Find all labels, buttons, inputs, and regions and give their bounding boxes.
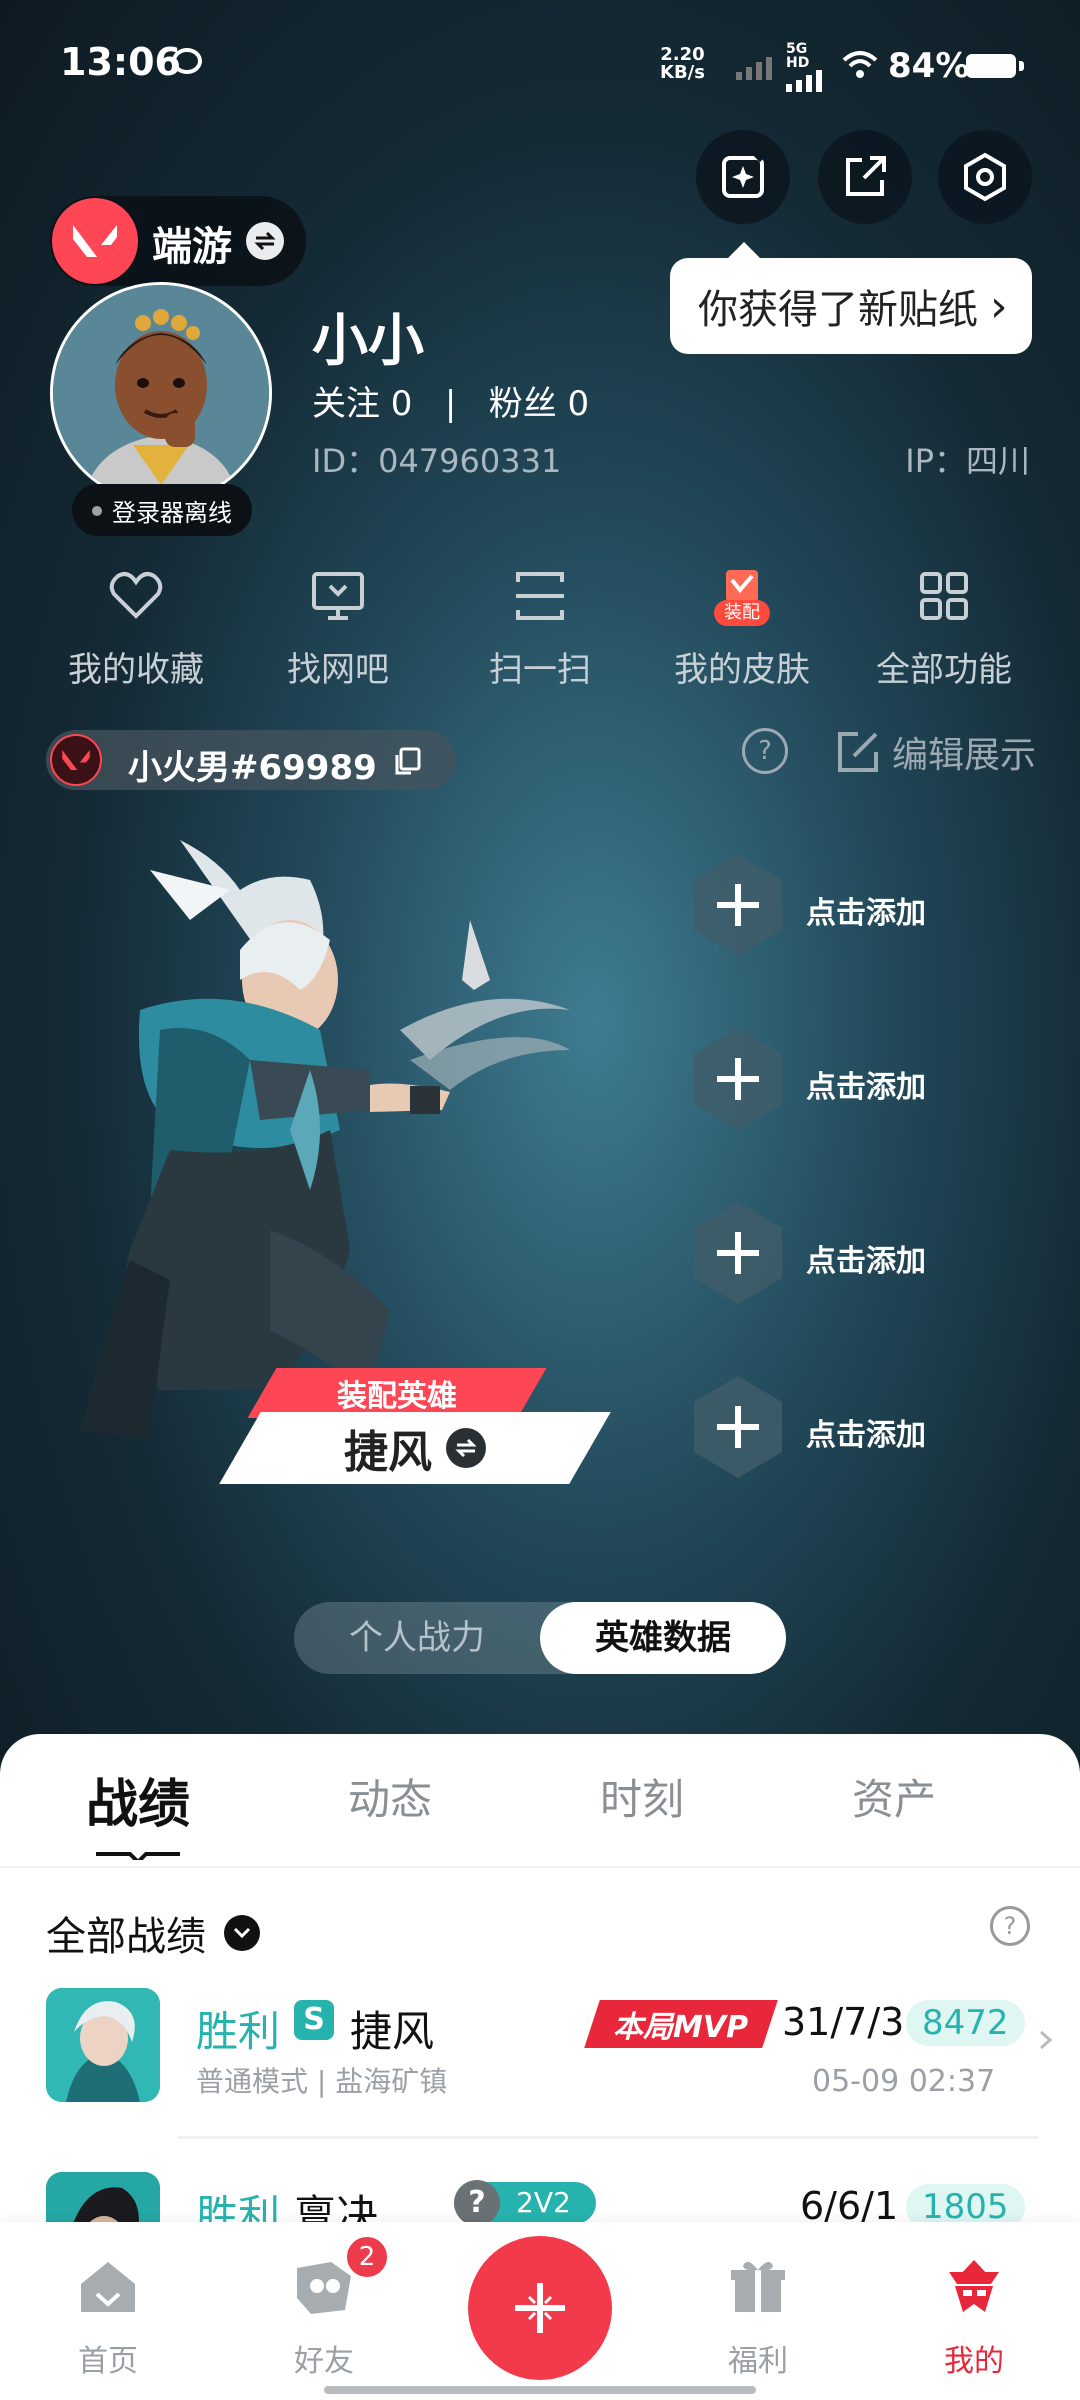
ip-location: IP：四川 xyxy=(905,442,1030,480)
follow-stats[interactable]: 关注 0 | 粉丝 0 xyxy=(312,376,589,425)
chevron-right-icon: › xyxy=(990,280,1008,332)
plus-icon xyxy=(694,1028,782,1130)
tab-feed[interactable]: 动态 xyxy=(348,1766,432,1827)
divider xyxy=(178,2136,1038,2139)
agent-thumbnail xyxy=(46,1988,160,2102)
equipped-agent-label: 装配英雄 xyxy=(247,1368,547,1418)
plus-icon xyxy=(694,854,782,956)
tab-active-indicator xyxy=(96,1852,180,1860)
riot-id-pill[interactable]: 小火男#69989 xyxy=(46,730,456,790)
edit-icon xyxy=(838,732,878,772)
gift-icon xyxy=(731,2261,785,2312)
match-kda: 31/7/3 xyxy=(782,2000,905,2044)
quick-action-scan[interactable]: 扫一扫 xyxy=(440,566,640,691)
net-speed: 2.20 KB/s xyxy=(660,44,705,83)
chevron-down-icon xyxy=(224,1915,260,1951)
profile-icon xyxy=(949,2260,999,2312)
tab-moments[interactable]: 时刻 xyxy=(600,1766,684,1827)
bottom-nav: 首页 好友 2 福利 我的 xyxy=(0,2222,1080,2400)
add-slot-2[interactable]: 点击添加 xyxy=(690,1024,1080,1144)
edit-showcase-button[interactable]: 编辑展示 xyxy=(836,726,1036,778)
wifi-icon xyxy=(842,51,878,78)
quick-action-find-cafe[interactable]: 找网吧 xyxy=(238,566,438,691)
nav-rewards[interactable]: 福利 xyxy=(688,2254,828,2380)
mode-2v2-tag: ? 2V2 xyxy=(454,2180,596,2226)
valorant-logo-icon xyxy=(52,198,138,284)
toggle-personal-power[interactable]: 个人战力 xyxy=(294,1602,540,1674)
share-button[interactable] xyxy=(818,130,912,224)
monitor-icon xyxy=(312,572,364,620)
mode-badge: S xyxy=(294,2000,334,2040)
signal-icon-5g: 5G HD xyxy=(786,42,832,92)
heart-icon xyxy=(109,572,163,619)
mvp-badge: 本局MVP xyxy=(584,2000,778,2048)
match-result: 胜利 xyxy=(196,2007,281,2056)
status-bar: 13:06 2.20 KB/s 5G HD 84% xyxy=(0,0,1080,130)
riot-id: 小火男#69989 xyxy=(128,748,377,788)
grid-icon xyxy=(920,572,968,620)
tab-records[interactable]: 战绩 xyxy=(86,1762,190,1837)
nav-home[interactable]: 首页 xyxy=(38,2254,178,2380)
battery-percent: 84% xyxy=(888,46,970,86)
avatar[interactable] xyxy=(50,282,272,504)
records-help-icon[interactable]: ? xyxy=(990,1906,1030,1946)
game-switch-pill[interactable]: 端游 xyxy=(50,196,306,286)
agent-name: 捷风 xyxy=(344,1427,432,1478)
login-status-badge: 登录器离线 xyxy=(72,484,252,536)
plus-icon xyxy=(515,2283,565,2333)
status-time: 13:06 xyxy=(60,40,181,84)
friends-notification-badge: 2 xyxy=(344,2234,390,2280)
swap-icon xyxy=(446,1428,486,1468)
skin-badge: 装配 xyxy=(714,600,770,626)
match-agent: 捷风 xyxy=(350,2007,435,2056)
quick-action-favorites[interactable]: 我的收藏 xyxy=(36,566,236,691)
swap-icon xyxy=(246,222,284,260)
settings-button[interactable] xyxy=(938,130,1032,224)
equipped-agent-button[interactable]: 捷风 xyxy=(219,1412,611,1484)
battery-icon xyxy=(966,54,1024,78)
nickname: 小小 xyxy=(312,309,424,374)
copy-icon[interactable] xyxy=(392,746,422,776)
add-slot-4[interactable]: 点击添加 xyxy=(690,1372,1080,1492)
quick-action-all[interactable]: 全部功能 xyxy=(844,566,1044,691)
help-icon[interactable]: ? xyxy=(742,728,788,774)
sticker-icon xyxy=(722,152,765,198)
match-mode-map: 普通模式 | 盐海矿镇 xyxy=(196,2065,448,2098)
plus-icon xyxy=(694,1202,782,1304)
sync-icon xyxy=(172,48,202,74)
home-indicator xyxy=(324,2386,756,2394)
plus-icon xyxy=(694,1376,782,1478)
quick-action-skins[interactable]: 装配 我的皮肤 xyxy=(642,566,842,691)
new-sticker-tooltip[interactable]: 你获得了新贴纸 › xyxy=(670,242,1032,354)
stats-toggle[interactable]: 个人战力 英雄数据 xyxy=(294,1602,786,1674)
nav-profile[interactable]: 我的 xyxy=(904,2254,1044,2380)
chevron-right-icon xyxy=(1040,2030,1053,2050)
divider xyxy=(0,1866,1080,1868)
add-slot-1[interactable]: 点击添加 xyxy=(690,850,1080,970)
add-slot-3[interactable]: 点击添加 xyxy=(690,1198,1080,1318)
settings-icon xyxy=(964,152,1006,202)
sticker-button[interactable] xyxy=(696,130,790,224)
unknown-mode-icon: ? xyxy=(454,2180,500,2226)
scan-icon xyxy=(516,572,564,620)
match-record[interactable]: 胜利 S 捷风 普通模式 | 盐海矿镇 本局MVP 31/7/3 8472 05… xyxy=(0,1988,1080,2158)
records-filter[interactable]: 全部战绩 xyxy=(46,1904,260,1962)
match-time: 05-09 02:37 xyxy=(812,2064,996,2099)
share-icon xyxy=(846,156,886,196)
home-icon xyxy=(81,2262,135,2312)
avatar-image xyxy=(53,285,269,501)
toggle-agent-data[interactable]: 英雄数据 xyxy=(540,1602,786,1674)
tab-assets[interactable]: 资产 xyxy=(852,1766,936,1827)
match-score: 8472 xyxy=(906,2000,1025,2046)
user-id: ID：047960331 xyxy=(312,442,562,480)
game-name: 端游 xyxy=(152,224,232,270)
signal-icon-sim1 xyxy=(736,57,772,80)
valorant-logo-icon xyxy=(50,734,102,786)
create-post-button[interactable] xyxy=(468,2236,612,2380)
